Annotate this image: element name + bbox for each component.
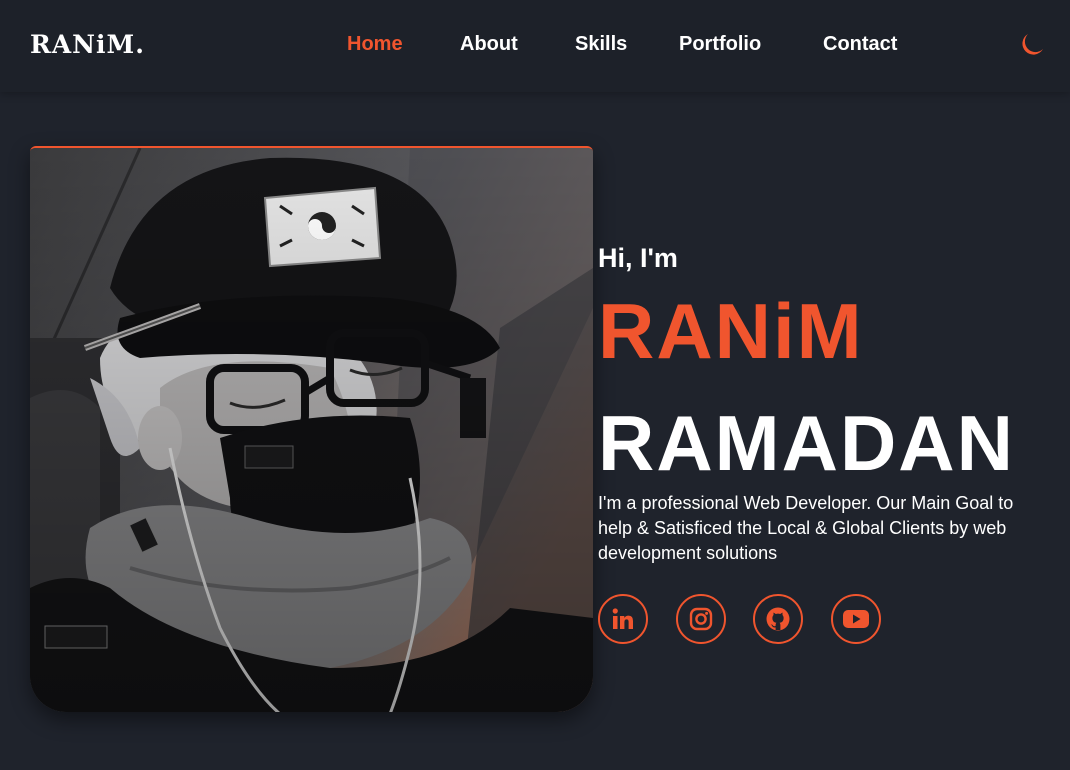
- linkedin-button[interactable]: [598, 594, 648, 644]
- hero-first-name: RANiM: [598, 287, 864, 375]
- hero-last-name: RAMADAN: [598, 399, 1015, 487]
- hero-greeting: Hi, I'm: [598, 243, 678, 273]
- profile-image: [30, 146, 593, 712]
- instagram-icon: [689, 607, 713, 631]
- navbar: RANiM. Home About Skills Portfolio Conta…: [0, 0, 1070, 92]
- theme-toggle-button[interactable]: [1016, 30, 1046, 60]
- moon-icon: [1022, 34, 1043, 55]
- linkedin-icon: [612, 608, 633, 629]
- hero-description: I'm a professional Web Developer. Our Ma…: [598, 493, 1014, 563]
- nav-item-about[interactable]: About: [460, 33, 518, 56]
- site-logo[interactable]: RANiM.: [30, 30, 145, 59]
- github-button[interactable]: [753, 594, 803, 644]
- instagram-button[interactable]: [676, 594, 726, 644]
- avatar-illustration: [30, 148, 593, 712]
- nav-item-portfolio[interactable]: Portfolio: [679, 33, 761, 56]
- youtube-button[interactable]: [831, 594, 881, 644]
- youtube-icon: [843, 610, 869, 628]
- nav-item-contact[interactable]: Contact: [823, 33, 897, 56]
- nav-item-skills[interactable]: Skills: [575, 33, 627, 56]
- github-icon: [766, 607, 790, 631]
- nav-item-home[interactable]: Home: [347, 33, 403, 56]
